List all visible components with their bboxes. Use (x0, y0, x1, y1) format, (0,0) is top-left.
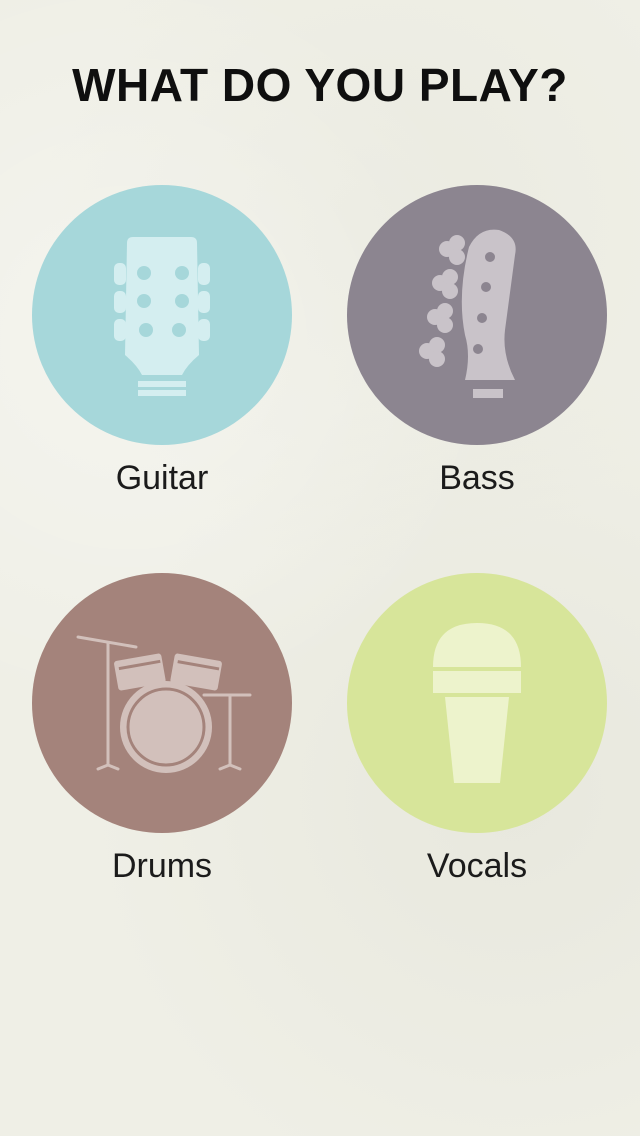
drums-circle[interactable] (32, 573, 292, 833)
guitar-label[interactable]: Guitar (22, 459, 302, 498)
vocals-label[interactable]: Vocals (337, 847, 617, 886)
guitar-headstock-icon (114, 237, 210, 396)
page-title: WHAT DO YOU PLAY? (72, 59, 568, 111)
instrument-picker-screen: WHAT DO YOU PLAY? Guitar Bass Drums Voca… (0, 0, 640, 1136)
guitar-circle[interactable] (32, 185, 292, 445)
microphone-icon (433, 623, 521, 783)
bass-label[interactable]: Bass (337, 459, 617, 498)
vocals-circle[interactable] (347, 573, 607, 833)
bass-circle[interactable] (347, 185, 607, 445)
drum-kit-icon (76, 635, 252, 773)
drums-label[interactable]: Drums (22, 847, 302, 886)
bass-headstock-icon (419, 229, 516, 398)
